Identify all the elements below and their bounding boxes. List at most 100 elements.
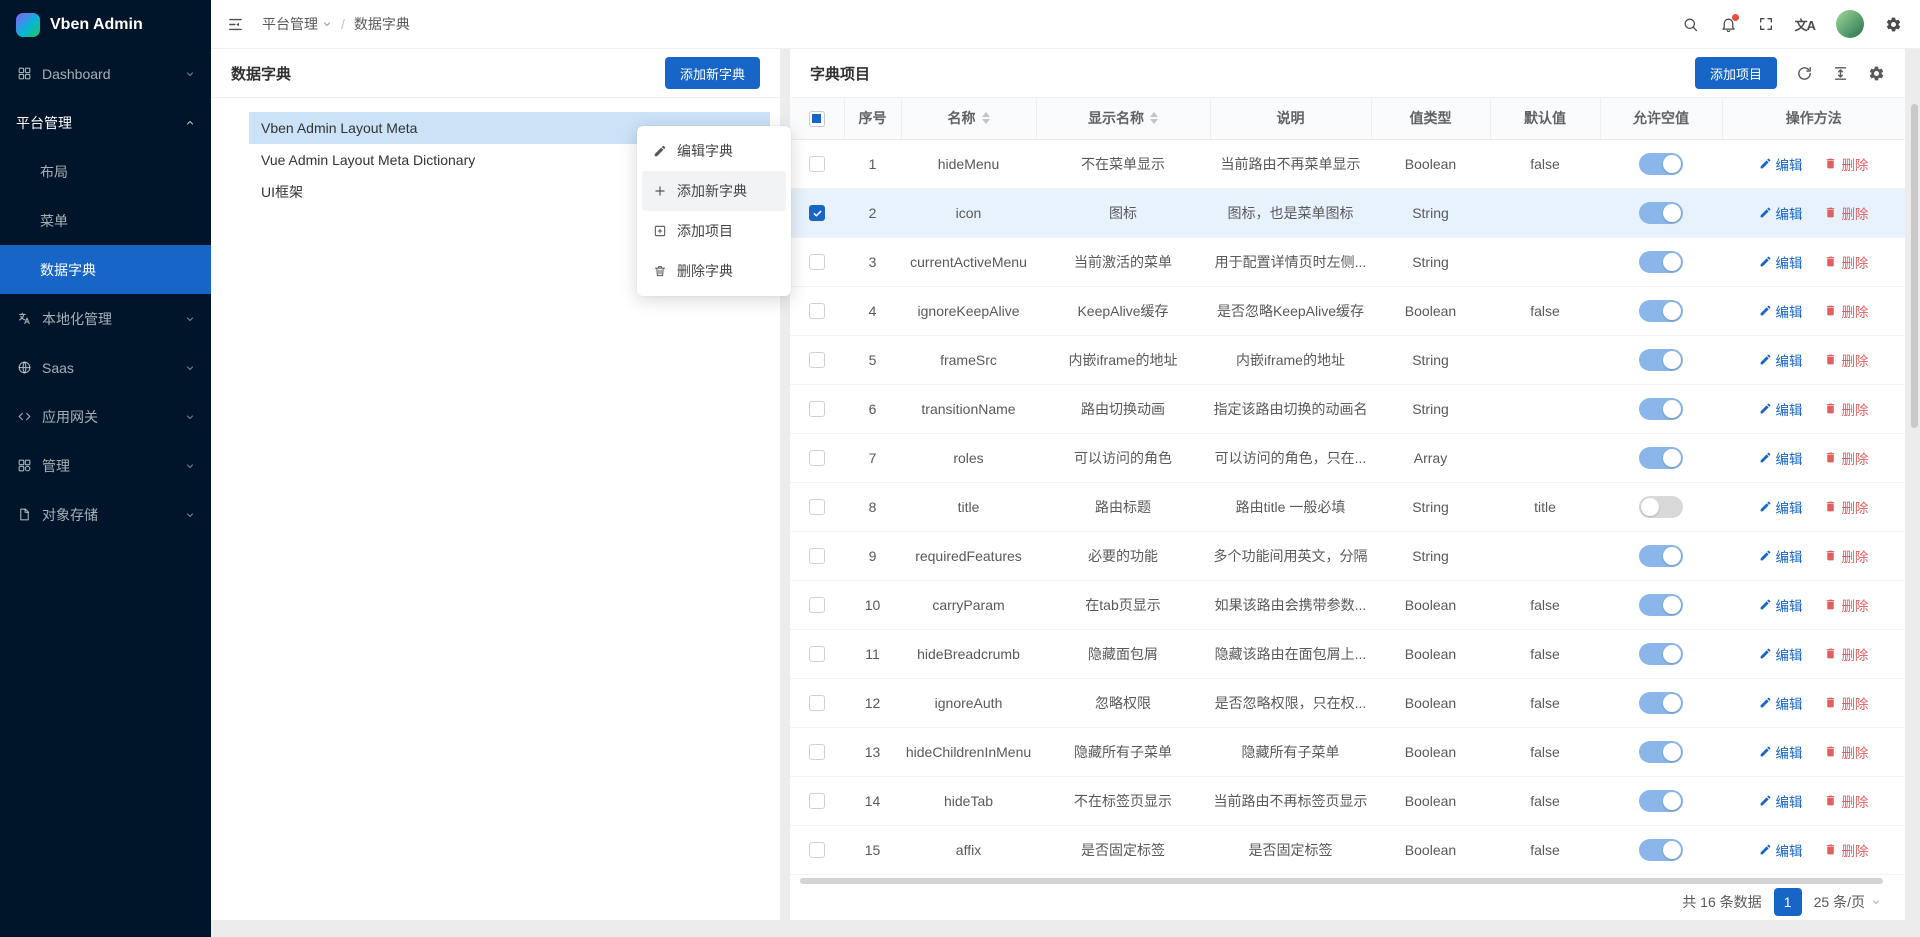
search-icon[interactable] <box>1682 16 1699 33</box>
refresh-icon[interactable] <box>1796 65 1813 82</box>
delete-link[interactable]: 删除 <box>1824 301 1868 321</box>
edit-link[interactable]: 编辑 <box>1759 203 1803 223</box>
sidebar-item-management[interactable]: 管理 <box>0 441 211 490</box>
allow-null-toggle[interactable] <box>1639 398 1683 420</box>
delete-link[interactable]: 删除 <box>1824 350 1868 370</box>
delete-link[interactable]: 删除 <box>1824 742 1868 762</box>
sidebar-item-storage[interactable]: 对象存储 <box>0 490 211 539</box>
sidebar-item-data-dictionary[interactable]: 数据字典 <box>0 245 211 294</box>
row-checkbox[interactable] <box>809 695 825 711</box>
sidebar-item-gateway[interactable]: 应用网关 <box>0 392 211 441</box>
sort-icon[interactable] <box>1150 112 1158 124</box>
delete-link[interactable]: 删除 <box>1824 252 1868 272</box>
edit-link[interactable]: 编辑 <box>1759 350 1803 370</box>
cell-default-value <box>1490 335 1600 384</box>
delete-link[interactable]: 删除 <box>1824 154 1868 174</box>
row-checkbox[interactable] <box>809 450 825 466</box>
row-checkbox[interactable] <box>809 205 825 221</box>
allow-null-toggle[interactable] <box>1639 839 1683 861</box>
row-checkbox[interactable] <box>809 352 825 368</box>
edit-link[interactable]: 编辑 <box>1759 693 1803 713</box>
delete-link[interactable]: 删除 <box>1824 840 1868 860</box>
delete-link[interactable]: 删除 <box>1824 546 1868 566</box>
row-checkbox[interactable] <box>809 744 825 760</box>
delete-link[interactable]: 删除 <box>1824 203 1868 223</box>
sidebar-item-menu[interactable]: 菜单 <box>0 196 211 245</box>
page-button-1[interactable]: 1 <box>1774 888 1802 916</box>
vertical-scrollbar[interactable] <box>1911 104 1918 428</box>
allow-null-toggle[interactable] <box>1639 202 1683 224</box>
row-checkbox[interactable] <box>809 597 825 613</box>
row-checkbox[interactable] <box>809 548 825 564</box>
sidebar-item-dashboard[interactable]: Dashboard <box>0 49 211 98</box>
edit-link[interactable]: 编辑 <box>1759 252 1803 272</box>
sidebar-item-saas[interactable]: Saas <box>0 343 211 392</box>
cell-value-type: Boolean <box>1371 825 1490 874</box>
row-checkbox[interactable] <box>809 401 825 417</box>
row-checkbox[interactable] <box>809 793 825 809</box>
fullscreen-icon[interactable] <box>1758 16 1774 32</box>
context-menu-item[interactable]: 删除字典 <box>642 251 786 291</box>
delete-link[interactable]: 删除 <box>1824 791 1868 811</box>
delete-link[interactable]: 删除 <box>1824 644 1868 664</box>
user-avatar[interactable] <box>1836 10 1864 38</box>
edit-link[interactable]: 编辑 <box>1759 595 1803 615</box>
delete-link[interactable]: 删除 <box>1824 693 1868 713</box>
sidebar-item-localization[interactable]: 本地化管理 <box>0 294 211 343</box>
edit-link[interactable]: 编辑 <box>1759 742 1803 762</box>
row-checkbox[interactable] <box>809 254 825 270</box>
context-menu-item[interactable]: 添加项目 <box>642 211 786 251</box>
settings-gear-icon[interactable] <box>1868 65 1885 82</box>
page-size-select[interactable]: 25 条/页 <box>1814 892 1881 912</box>
allow-null-toggle[interactable] <box>1639 790 1683 812</box>
allow-null-toggle[interactable] <box>1639 545 1683 567</box>
column-header[interactable]: 显示名称 <box>1036 98 1210 139</box>
edit-link[interactable]: 编辑 <box>1759 448 1803 468</box>
row-height-icon[interactable] <box>1832 65 1849 82</box>
edit-link[interactable]: 编辑 <box>1759 791 1803 811</box>
edit-link[interactable]: 编辑 <box>1759 840 1803 860</box>
edit-link[interactable]: 编辑 <box>1759 644 1803 664</box>
allow-null-toggle[interactable] <box>1639 153 1683 175</box>
select-all-checkbox[interactable] <box>809 111 825 127</box>
sort-icon[interactable] <box>982 112 990 124</box>
edit-link[interactable]: 编辑 <box>1759 399 1803 419</box>
cell-index: 12 <box>844 678 901 727</box>
allow-null-toggle[interactable] <box>1639 741 1683 763</box>
app-logo[interactable]: Vben Admin <box>0 0 211 49</box>
row-checkbox[interactable] <box>809 303 825 319</box>
translate-icon[interactable]: 文A <box>1795 15 1815 34</box>
delete-link[interactable]: 删除 <box>1824 448 1868 468</box>
edit-link[interactable]: 编辑 <box>1759 497 1803 517</box>
edit-link[interactable]: 编辑 <box>1759 546 1803 566</box>
settings-gear-icon[interactable] <box>1885 16 1902 33</box>
notification-bell-icon[interactable] <box>1720 16 1737 33</box>
allow-null-toggle[interactable] <box>1639 300 1683 322</box>
row-checkbox[interactable] <box>809 499 825 515</box>
sidebar-collapse-icon[interactable] <box>227 16 244 33</box>
context-menu-item[interactable]: 编辑字典 <box>642 131 786 171</box>
column-header[interactable]: 名称 <box>901 98 1036 139</box>
add-dictionary-button[interactable]: 添加新字典 <box>665 57 760 89</box>
breadcrumb-item-current[interactable]: 数据字典 <box>354 14 410 34</box>
allow-null-toggle[interactable] <box>1639 447 1683 469</box>
delete-link[interactable]: 删除 <box>1824 595 1868 615</box>
allow-null-toggle[interactable] <box>1639 643 1683 665</box>
context-menu-item[interactable]: 添加新字典 <box>642 171 786 211</box>
allow-null-toggle[interactable] <box>1639 349 1683 371</box>
allow-null-toggle[interactable] <box>1639 496 1683 518</box>
allow-null-toggle[interactable] <box>1639 692 1683 714</box>
edit-link[interactable]: 编辑 <box>1759 301 1803 321</box>
edit-link[interactable]: 编辑 <box>1759 154 1803 174</box>
delete-link[interactable]: 删除 <box>1824 399 1868 419</box>
allow-null-toggle[interactable] <box>1639 594 1683 616</box>
allow-null-toggle[interactable] <box>1639 251 1683 273</box>
delete-link[interactable]: 删除 <box>1824 497 1868 517</box>
row-checkbox[interactable] <box>809 156 825 172</box>
breadcrumb-item-platform[interactable]: 平台管理 <box>262 14 332 34</box>
row-checkbox[interactable] <box>809 646 825 662</box>
sidebar-item-platform[interactable]: 平台管理 <box>0 98 211 147</box>
sidebar-item-layout[interactable]: 布局 <box>0 147 211 196</box>
row-checkbox[interactable] <box>809 842 825 858</box>
add-item-button[interactable]: 添加项目 <box>1695 57 1777 89</box>
